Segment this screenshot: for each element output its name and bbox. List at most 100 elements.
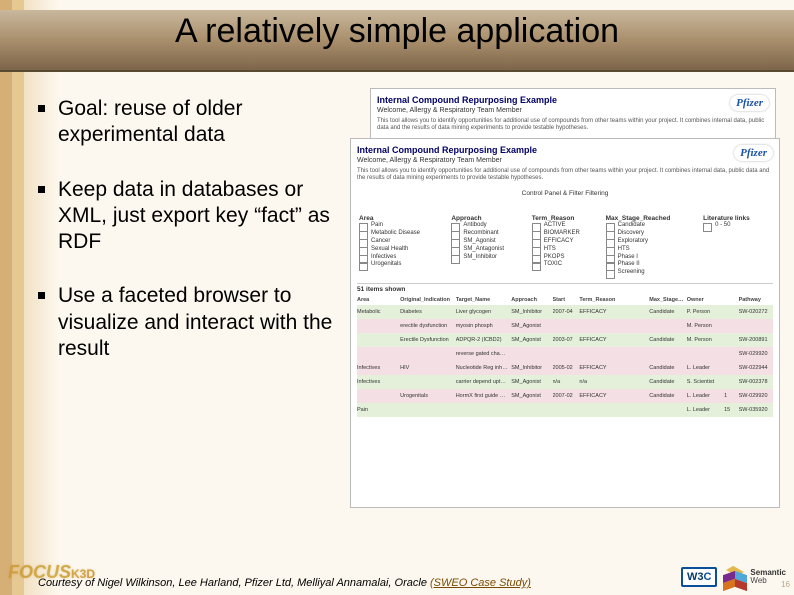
results-cell — [553, 407, 577, 413]
filter-checkbox-item[interactable]: Sexual Health — [359, 246, 447, 254]
results-row[interactable]: Erectile DysfunctionADPQR-2 (ICBD2)SM_Ag… — [357, 333, 773, 347]
filter-checkbox-item[interactable]: 0 - 50 — [703, 222, 771, 230]
filter-checkbox-item[interactable]: Phase II — [606, 261, 699, 269]
results-cell — [400, 407, 453, 413]
filter-checkbox-item[interactable]: ACTIVE — [532, 222, 602, 230]
results-row[interactable]: erectile dysfunctionmyosin phosphSM_Agon… — [357, 319, 773, 333]
results-cell: L. Leader — [687, 365, 721, 371]
results-cell: Infectives — [357, 379, 397, 385]
filter-checkbox-item[interactable]: Urogenitals — [359, 261, 447, 269]
results-cell — [724, 351, 735, 357]
filter-checkbox-item[interactable]: SM_Agonist — [451, 238, 527, 246]
results-cell — [687, 351, 721, 357]
results-cell: 15 — [724, 407, 735, 413]
filter-checkbox-item[interactable]: HTS — [532, 246, 602, 254]
results-cell: EFFICACY — [579, 365, 646, 371]
results-cell: SW-020272 — [739, 309, 773, 315]
results-row[interactable]: PainL. Leader15SW-035920 — [357, 403, 773, 417]
results-row[interactable]: Infectives carrier depend uptake represso… — [357, 375, 773, 389]
results-row[interactable]: reverse gated channel SM_AntagonistSW-02… — [357, 347, 773, 361]
results-cell — [739, 323, 773, 329]
results-col-header: Term_Reason — [579, 297, 646, 303]
results-cell: ADPQR-2 (ICBD2) — [456, 337, 509, 343]
filter-header: Term_Reason — [530, 215, 604, 222]
results-caption: 51 items shown — [357, 284, 773, 295]
results-cell: HIV — [400, 365, 453, 371]
filter-header: Max_Stage_Reached — [604, 215, 701, 222]
filter-checkbox-item[interactable]: Phase I — [606, 254, 699, 262]
results-col-header — [724, 297, 735, 303]
filter-checkbox-item[interactable]: HTS — [606, 246, 699, 254]
filter-checkbox-item[interactable]: PKOPS — [532, 254, 602, 262]
results-cell — [553, 351, 577, 357]
results-col-header: Start — [553, 297, 577, 303]
results-cell — [724, 309, 735, 315]
results-cell: SM_Agonist — [511, 323, 549, 329]
results-cell: carrier depend uptake repressor novel re… — [456, 379, 509, 385]
filter-caption: Control Panel & Filter Filtering — [357, 190, 773, 197]
results-cell: Diabetes — [400, 309, 453, 315]
results-col-header: Target_Name — [456, 297, 509, 303]
filter-checkbox-item[interactable]: Exploratory — [606, 238, 699, 246]
footer-link[interactable]: (SWEO Case Study) — [430, 577, 531, 589]
bullet-item: Use a faceted browser to visualize and i… — [38, 283, 348, 362]
filter-checkbox-item[interactable]: Screening — [606, 269, 699, 277]
results-cell — [724, 323, 735, 329]
results-cell — [649, 351, 683, 357]
filter-checkbox-item[interactable]: BIOMARKER — [532, 230, 602, 238]
filter-checkbox-item[interactable]: Pain — [359, 222, 447, 230]
results-cell: n/a — [553, 379, 577, 385]
filter-checkbox-item[interactable]: Recombinant — [451, 230, 527, 238]
filter-table: AreaApproachTerm_ReasonMax_Stage_Reached… — [357, 215, 773, 277]
results-row[interactable]: UrogenitalsHormX first guide novel reg g… — [357, 389, 773, 403]
fig-back-desc: This tool allows you to identify opportu… — [377, 118, 769, 132]
results-cell — [553, 323, 577, 329]
results-cell — [400, 351, 453, 357]
results-cell: SM_Agonist — [511, 379, 549, 385]
results-cell: Candidate — [649, 337, 683, 343]
fig-back-subtitle: Welcome, Allergy & Respiratory Team Memb… — [377, 107, 557, 114]
results-cell — [511, 351, 549, 357]
results-col-header: Approach — [511, 297, 549, 303]
filter-options: CandidateDiscoveryExploratoryHTSPhase IP… — [604, 222, 701, 277]
filter-checkbox-item[interactable]: Candidate — [606, 222, 699, 230]
results-col-header: Original_Indication — [400, 297, 453, 303]
results-cell: EFFICACY — [579, 393, 646, 399]
results-row[interactable]: InfectivesHIVNucleotide Reg inhibitor♯ a… — [357, 361, 773, 375]
filter-checkbox-item[interactable]: TOXIC — [532, 261, 602, 269]
filter-checkbox-item[interactable]: EFFICACY — [532, 238, 602, 246]
results-cell: SM_Agonist — [511, 337, 549, 343]
results-cell — [724, 337, 735, 343]
fig-front-title: Internal Compound Repurposing Example — [357, 145, 537, 155]
filter-checkbox-item[interactable]: Discovery — [606, 230, 699, 238]
slide-title: A relatively simple application — [0, 0, 794, 51]
fig-front-desc: This tool allows you to identify opportu… — [357, 168, 773, 182]
results-cell — [511, 407, 549, 413]
footer-text: Courtesy of Nigel Wilkinson, Lee Harland… — [38, 577, 430, 589]
results-row[interactable]: MetabolicDiabetesLiver glycogenSM_Inhibi… — [357, 305, 773, 319]
results-cell: 1 — [724, 393, 735, 399]
results-cell: Metabolic — [357, 309, 397, 315]
results-cell: SM_Inhibitor — [511, 309, 549, 315]
results-cell — [724, 379, 735, 385]
filter-options: 0 - 50 — [701, 222, 773, 277]
pfizer-logo: Pfizer — [734, 145, 773, 161]
results-cell: 2003-07 — [553, 337, 577, 343]
results-col-header: Owner — [687, 297, 721, 303]
filter-checkbox-item[interactable]: Cancer — [359, 238, 447, 246]
results-cell: erectile dysfunction — [400, 323, 453, 329]
results-col-header: Max_Stage_Reached — [649, 297, 683, 303]
results-cell: SW-029920 — [739, 351, 773, 357]
filter-checkbox-item[interactable]: SM_Antagonist — [451, 246, 527, 254]
filter-checkbox-item[interactable]: Infectives — [359, 254, 447, 262]
filter-options: AntibodyRecombinantSM_AgonistSM_Antagoni… — [449, 222, 529, 277]
filter-checkbox-item[interactable]: Metabolic Disease — [359, 230, 447, 238]
results-cell: SW-002378 — [739, 379, 773, 385]
results-cell: 2007-04 — [553, 309, 577, 315]
results-cell: Infectives — [357, 365, 397, 371]
w3c-logo: W3C — [681, 567, 717, 587]
pfizer-logo: Pfizer — [730, 95, 769, 111]
filter-checkbox-item[interactable]: SM_Inhibitor — [451, 254, 527, 262]
filter-checkbox-item[interactable]: Antibody — [451, 222, 527, 230]
filter-options: PainMetabolic DiseaseCancerSexual Health… — [357, 222, 449, 277]
